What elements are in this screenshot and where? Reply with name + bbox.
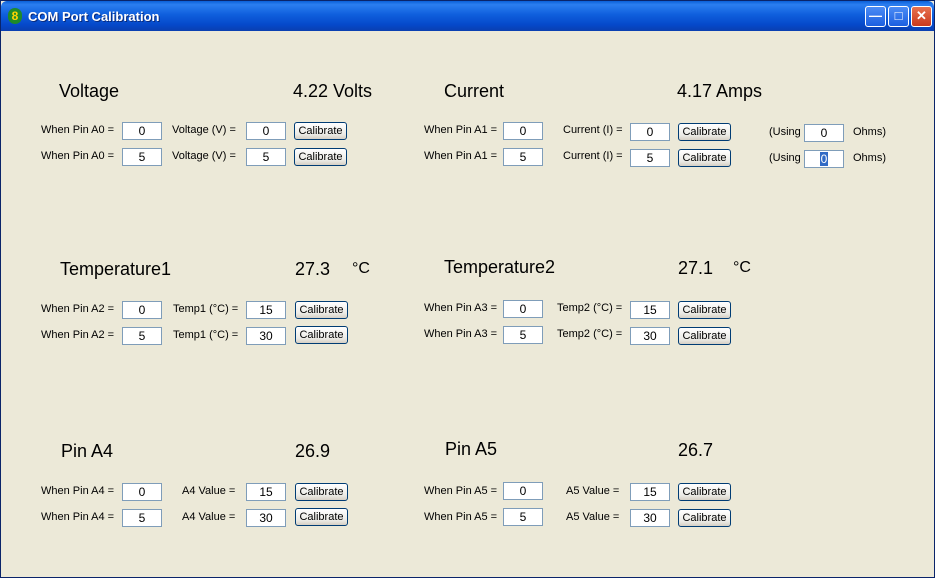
current-ohms-label-1: Ohms) [853, 126, 886, 138]
current-calibrate-button-2[interactable]: Calibrate [678, 149, 731, 167]
temp1-unit: °C [352, 260, 370, 277]
temp2-unit: °C [733, 259, 751, 276]
current-using-label-2: (Using [769, 152, 801, 164]
title-bar[interactable]: 8 COM Port Calibration — □ ✕ [1, 1, 934, 31]
voltage-pin-label-1: When Pin A0 = [41, 124, 115, 136]
voltage-value-label-2: Voltage (V) = [172, 150, 236, 162]
voltage-value-label-1: Voltage (V) = [172, 124, 236, 136]
current-using-label-1: (Using [769, 126, 801, 138]
voltage-pin-label-2: When Pin A0 = [41, 150, 115, 162]
current-pin-input-1[interactable]: 0 [503, 122, 543, 140]
current-ohms-label-2: Ohms) [853, 152, 886, 164]
minimize-button[interactable]: — [865, 6, 886, 27]
current-ohms-input-2[interactable]: 0 [804, 150, 844, 168]
pina4-pin-label-1: When Pin A4 = [41, 485, 115, 497]
pina5-reading: 26.7 [678, 440, 714, 460]
current-reading: 4.17 Amps [677, 81, 763, 101]
temp2-calibrate-button-2[interactable]: Calibrate [678, 327, 731, 345]
calibration-window: 8 COM Port Calibration — □ ✕ Voltage 4.2… [0, 0, 935, 578]
minimize-icon: — [869, 8, 882, 23]
voltage-pin-input-2[interactable]: 5 [122, 148, 162, 166]
temp2-reading: 27.1 [678, 258, 714, 278]
pina5-calibrate-button-1[interactable]: Calibrate [678, 483, 731, 501]
pina5-value-label-2: A5 Value = [566, 511, 620, 523]
current-pin-label-2: When Pin A1 = [424, 150, 498, 162]
pina4-value-input-1[interactable]: 15 [246, 483, 286, 501]
current-ohms-input-1[interactable]: 0 [804, 124, 844, 142]
temp1-pin-input-2[interactable]: 5 [122, 327, 162, 345]
maximize-icon: □ [894, 8, 903, 23]
voltage-calibrate-button-1[interactable]: Calibrate [294, 122, 347, 140]
temp1-value-label-1: Temp1 (°C) = [173, 303, 239, 315]
pina4-reading: 26.9 [295, 441, 331, 461]
current-value-input-2[interactable]: 5 [630, 149, 670, 167]
temp1-value-input-2[interactable]: 30 [246, 327, 286, 345]
temp1-reading: 27.3 [295, 259, 331, 279]
current-pin-label-1: When Pin A1 = [424, 124, 498, 136]
temp1-pin-label-1: When Pin A2 = [41, 303, 115, 315]
pina4-value-label-1: A4 Value = [182, 485, 236, 497]
pina4-calibrate-button-2[interactable]: Calibrate [295, 508, 348, 526]
pina5-value-input-1[interactable]: 15 [630, 483, 670, 501]
maximize-button[interactable]: □ [888, 6, 909, 27]
pina5-value-label-1: A5 Value = [566, 485, 620, 497]
pina5-pin-label-1: When Pin A5 = [424, 485, 498, 497]
temp2-pin-label-1: When Pin A3 = [424, 302, 498, 314]
pina4-title: Pin A4 [61, 441, 114, 461]
voltage-calibrate-button-2[interactable]: Calibrate [294, 148, 347, 166]
temp1-calibrate-button-1[interactable]: Calibrate [295, 301, 348, 319]
current-title: Current [444, 81, 505, 101]
app-icon: 8 [8, 8, 22, 24]
pina4-calibrate-button-1[interactable]: Calibrate [295, 483, 348, 501]
temp2-calibrate-button-1[interactable]: Calibrate [678, 301, 731, 319]
close-button[interactable]: ✕ [911, 6, 932, 27]
pina4-pin-input-1[interactable]: 0 [122, 483, 162, 501]
pina4-pin-label-2: When Pin A4 = [41, 511, 115, 523]
temp1-pin-input-1[interactable]: 0 [122, 301, 162, 319]
pina5-pin-input-2[interactable]: 5 [503, 508, 543, 526]
temp2-value-input-2[interactable]: 30 [630, 327, 670, 345]
pina5-pin-label-2: When Pin A5 = [424, 511, 498, 523]
pina5-value-input-2[interactable]: 30 [630, 509, 670, 527]
temp1-value-input-1[interactable]: 15 [246, 301, 286, 319]
temp1-value-label-2: Temp1 (°C) = [173, 329, 239, 341]
temp1-calibrate-button-2[interactable]: Calibrate [295, 326, 348, 344]
temp1-title: Temperature1 [60, 259, 172, 279]
temp1-pin-label-2: When Pin A2 = [41, 329, 115, 341]
pina4-value-label-2: A4 Value = [182, 511, 236, 523]
pina4-value-input-2[interactable]: 30 [246, 509, 286, 527]
current-calibrate-button-1[interactable]: Calibrate [678, 123, 731, 141]
close-icon: ✕ [916, 8, 927, 23]
current-value-input-1[interactable]: 0 [630, 123, 670, 141]
temp2-pin-input-2[interactable]: 5 [503, 326, 543, 344]
voltage-reading: 4.22 Volts [293, 81, 373, 101]
voltage-value-input-1[interactable]: 0 [246, 122, 286, 140]
temp2-pin-input-1[interactable]: 0 [503, 300, 543, 318]
current-value-label-1: Current (I) = [563, 124, 623, 136]
temp2-title: Temperature2 [444, 257, 556, 277]
temp2-value-label-2: Temp2 (°C) = [557, 328, 623, 340]
voltage-pin-input-1[interactable]: 0 [122, 122, 162, 140]
pina5-pin-input-1[interactable]: 0 [503, 482, 543, 500]
current-value-label-2: Current (I) = [563, 150, 623, 162]
pina4-pin-input-2[interactable]: 5 [122, 509, 162, 527]
pina5-title: Pin A5 [445, 439, 498, 459]
current-pin-input-2[interactable]: 5 [503, 148, 543, 166]
voltage-value-input-2[interactable]: 5 [246, 148, 286, 166]
temp2-value-input-1[interactable]: 15 [630, 301, 670, 319]
temp2-value-label-1: Temp2 (°C) = [557, 302, 623, 314]
window-title: COM Port Calibration [28, 9, 160, 24]
current-ohms-input-2-selected-text: 0 [819, 152, 829, 166]
voltage-title: Voltage [59, 81, 120, 101]
temp2-pin-label-2: When Pin A3 = [424, 328, 498, 340]
pina5-calibrate-button-2[interactable]: Calibrate [678, 509, 731, 527]
